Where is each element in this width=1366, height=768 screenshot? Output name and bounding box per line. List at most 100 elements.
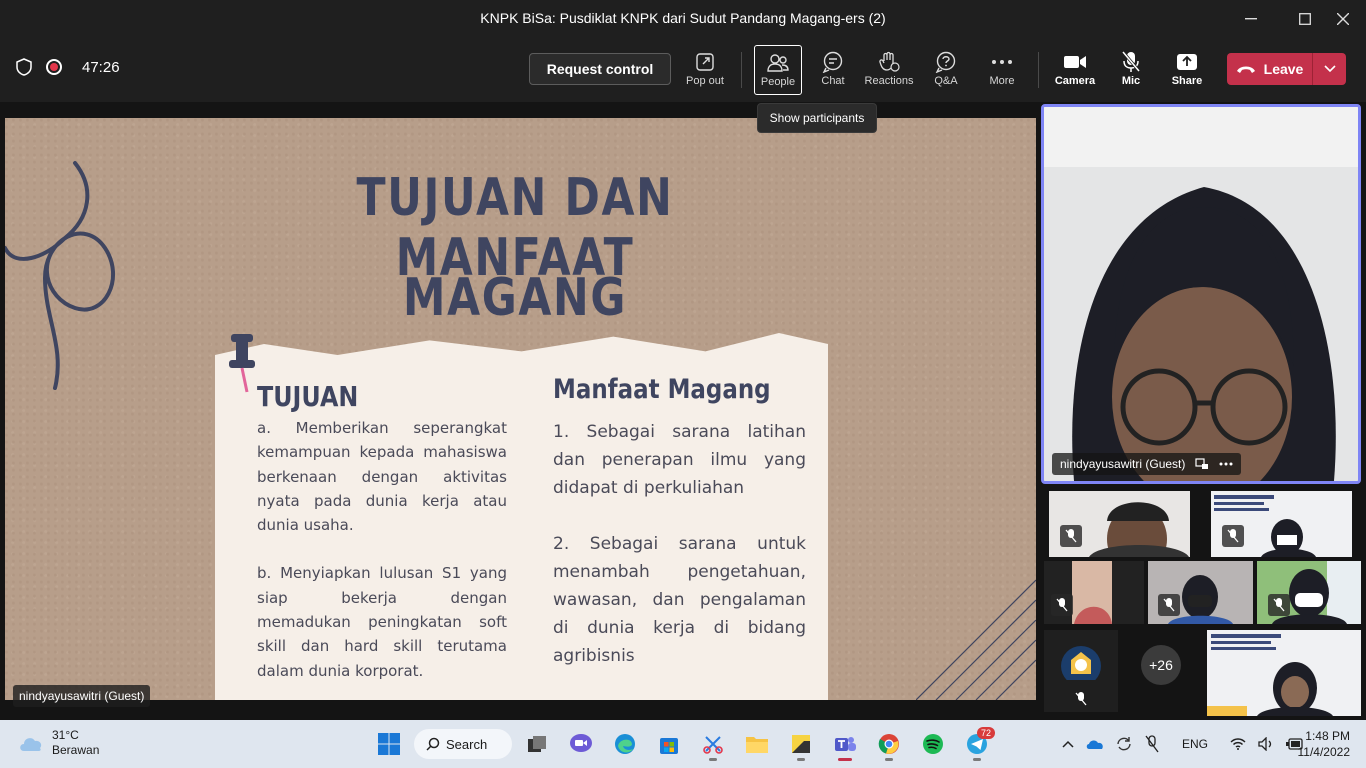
pop-out-icon xyxy=(696,53,714,71)
taskbar-apps: Search 72 xyxy=(370,726,996,762)
pop-out-label: Pop out xyxy=(686,75,724,87)
taskbar-clock[interactable]: 1:48 PM 11/4/2022 xyxy=(1298,728,1351,760)
reactions-label: Reactions xyxy=(864,75,914,87)
more-options-icon[interactable] xyxy=(1219,462,1233,466)
volume-icon[interactable] xyxy=(1258,737,1274,751)
task-view-button[interactable] xyxy=(518,726,556,762)
chat-label: Chat xyxy=(821,75,845,87)
onedrive-icon[interactable] xyxy=(1086,738,1104,750)
system-tray: ENG xyxy=(1062,720,1304,768)
slide-title-line2: MAGANG xyxy=(403,268,627,328)
snipping-tool-icon xyxy=(703,736,723,754)
teams-app[interactable] xyxy=(826,726,864,762)
mic-off-icon[interactable] xyxy=(1144,735,1160,753)
participant-tile[interactable] xyxy=(1207,630,1361,716)
qa-label: Q&A xyxy=(934,75,958,87)
close-button[interactable] xyxy=(1320,0,1366,38)
participant-tile[interactable] xyxy=(1049,491,1190,557)
spotify-icon xyxy=(923,734,943,754)
toolbar-divider xyxy=(1038,52,1039,88)
close-icon xyxy=(1337,13,1349,25)
shared-slide: TUJUAN DAN MANFAAT MAGANG TUJUAN Manfaat… xyxy=(5,118,1036,700)
mic-off-icon xyxy=(1163,598,1175,612)
participant-tile[interactable] xyxy=(1257,561,1361,624)
mic-off-icon xyxy=(1273,598,1285,612)
camera-label: Camera xyxy=(1054,75,1096,87)
shield-icon[interactable] xyxy=(16,58,32,76)
participant-tile[interactable] xyxy=(1211,491,1352,557)
manfaat-list: 1. Sebagai sarana latihan dan penerapan … xyxy=(553,418,806,698)
mic-off-icon xyxy=(1056,598,1068,612)
windows-taskbar: 31°C Berawan Search 72 ENG 1:48 PM 11/4/… xyxy=(0,720,1366,768)
manfaat-heading: Manfaat Magang xyxy=(553,374,771,405)
participant-tile[interactable] xyxy=(1148,561,1253,624)
weather-desc: Berawan xyxy=(52,743,100,757)
muted-indicator xyxy=(1158,594,1180,616)
chrome-icon xyxy=(878,734,899,754)
leave-main[interactable]: Leave xyxy=(1227,53,1313,85)
search-icon xyxy=(426,737,440,751)
qa-button[interactable]: Q&A xyxy=(918,45,974,95)
mic-label: Mic xyxy=(1121,75,1141,87)
store-app[interactable] xyxy=(650,726,688,762)
taskbar-search[interactable]: Search xyxy=(414,729,512,759)
share-icon xyxy=(1177,54,1197,70)
wifi-icon[interactable] xyxy=(1230,738,1246,750)
avatar xyxy=(1061,646,1101,686)
file-explorer-app[interactable] xyxy=(738,726,776,762)
mic-off-icon xyxy=(1075,692,1087,706)
muted-indicator xyxy=(1051,594,1073,616)
mic-button[interactable]: Mic xyxy=(1103,45,1159,95)
participant-name-bar: nindyayusawitri (Guest) xyxy=(1052,453,1242,475)
chevron-down-icon xyxy=(1323,65,1336,73)
share-button[interactable]: Share xyxy=(1159,45,1215,95)
more-participants-count[interactable]: +26 xyxy=(1141,645,1181,685)
hang-up-icon xyxy=(1236,66,1255,73)
more-icon xyxy=(992,60,1012,64)
edge-icon xyxy=(615,734,635,754)
pinned-participant-video[interactable]: nindyayusawitri (Guest) xyxy=(1041,104,1361,484)
window-title: KNPK BiSa: Pusdiklat KNPK dari Sudut Pan… xyxy=(480,10,886,26)
title-bar: KNPK BiSa: Pusdiklat KNPK dari Sudut Pan… xyxy=(0,0,1366,38)
zoom-app[interactable] xyxy=(562,726,600,762)
toolbar-divider xyxy=(741,52,742,88)
people-tooltip: Show participants xyxy=(757,103,877,133)
participant-tile[interactable] xyxy=(1044,630,1118,712)
qa-icon xyxy=(935,51,956,73)
start-button[interactable] xyxy=(370,726,408,762)
leave-options-button[interactable] xyxy=(1313,65,1346,73)
meeting-toolbar: 47:26 Request control Pop out People Cha… xyxy=(0,38,1366,102)
spotify-app[interactable] xyxy=(914,726,952,762)
minimize-button[interactable] xyxy=(1228,0,1274,38)
sync-icon[interactable] xyxy=(1116,736,1132,752)
camera-icon xyxy=(1064,56,1086,68)
telegram-app[interactable]: 72 xyxy=(958,726,996,762)
edge-app[interactable] xyxy=(606,726,644,762)
search-label: Search xyxy=(446,736,488,752)
pushpin-icon xyxy=(229,334,255,393)
presenter-name-label: nindyayusawitri (Guest) xyxy=(13,685,151,707)
camera-button[interactable]: Camera xyxy=(1047,45,1103,95)
participant-video xyxy=(1207,634,1333,716)
weather-widget[interactable]: 31°C Berawan xyxy=(18,728,99,758)
folder-icon xyxy=(746,737,768,753)
more-button[interactable]: More xyxy=(974,45,1030,95)
pin-icon[interactable] xyxy=(1195,458,1209,470)
request-control-button[interactable]: Request control xyxy=(529,53,671,85)
chat-button[interactable]: Chat xyxy=(805,45,861,95)
lines-decoration xyxy=(916,579,1036,700)
reactions-button[interactable]: Reactions xyxy=(861,45,917,95)
sticky-notes-app[interactable] xyxy=(782,726,820,762)
participant-video xyxy=(1211,491,1352,557)
chrome-app[interactable] xyxy=(870,726,908,762)
pop-out-button[interactable]: Pop out xyxy=(677,45,733,95)
snipping-tool-app[interactable] xyxy=(694,726,732,762)
people-icon xyxy=(767,54,789,72)
participant-tile[interactable] xyxy=(1044,561,1144,624)
teams-icon xyxy=(835,737,856,751)
swirl-decoration xyxy=(5,161,116,390)
chevron-up-icon[interactable] xyxy=(1062,740,1074,748)
language-indicator[interactable]: ENG xyxy=(1182,737,1208,751)
leave-button[interactable]: Leave xyxy=(1227,53,1346,85)
people-button[interactable]: People xyxy=(754,45,802,95)
